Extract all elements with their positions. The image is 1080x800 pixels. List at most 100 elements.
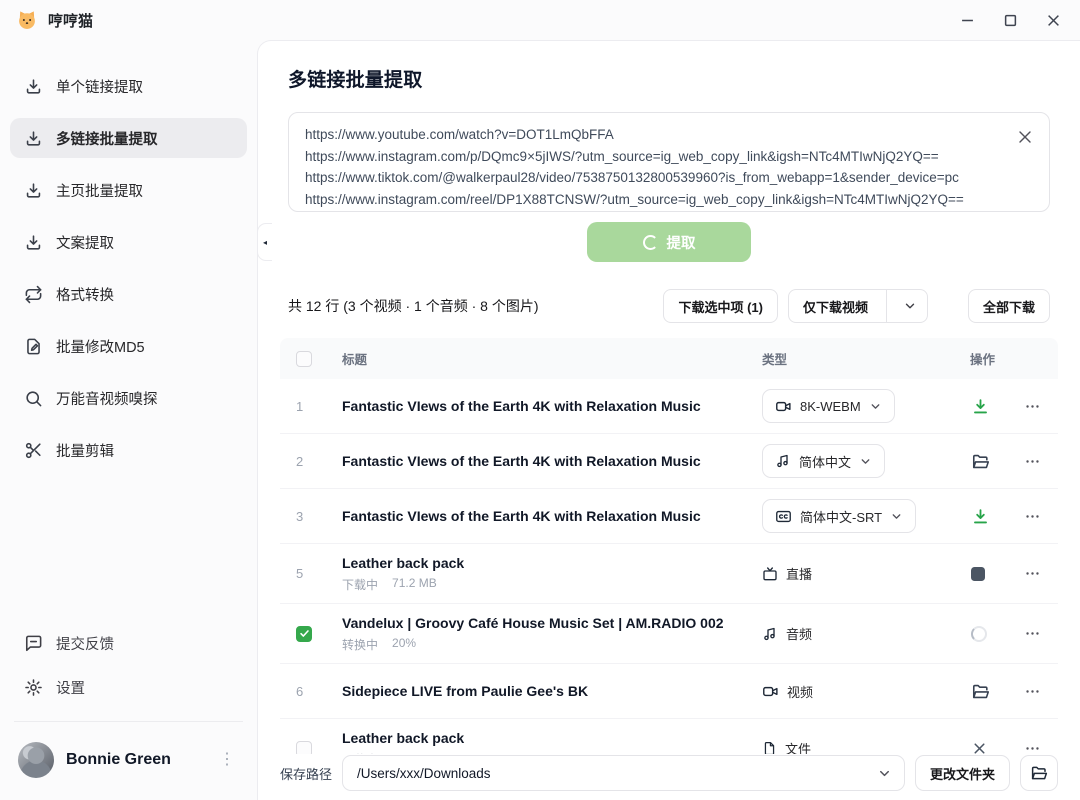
table-row: Vandelux | Groovy Café House Music Set |…	[280, 604, 1058, 664]
open-save-folder-button[interactable]	[1020, 755, 1058, 791]
row-checkbox[interactable]	[296, 626, 312, 642]
type-select-dropdown[interactable]: 8K-WEBM	[762, 389, 895, 423]
row-title: Leather back pack	[342, 555, 464, 571]
table-header: 标题 类型 操作	[280, 338, 1058, 379]
type-label: 直播	[786, 564, 812, 583]
row-menu-kebab-icon[interactable]	[1021, 622, 1044, 645]
edit-doc-icon	[24, 337, 43, 356]
open-folder-button[interactable]	[968, 449, 993, 474]
converting-spinner-icon	[968, 623, 990, 645]
avatar	[18, 742, 54, 778]
app-title: 哼哼猫	[48, 10, 93, 31]
row-menu-kebab-icon[interactable]	[1021, 450, 1044, 473]
chevron-down-icon	[859, 455, 872, 468]
row-status: 转换中	[342, 636, 378, 653]
download-videos-only-label: 仅下载视频	[789, 297, 880, 316]
results-table: 标题 类型 操作 1 Fantastic VIews of the Earth …	[280, 338, 1058, 779]
sidebar-item-copy-extract[interactable]: 文案提取	[10, 222, 247, 262]
extract-button-label: 提取	[667, 232, 696, 253]
row-title: Fantastic VIews of the Earth 4K with Rel…	[342, 507, 762, 526]
download-toolbar: 下载选中项 (1) 仅下载视频 全部下载	[663, 289, 1050, 323]
type-label: 简体中文-SRT	[800, 507, 882, 526]
row-progress: 20%	[392, 636, 416, 653]
main-panel: ◂ 多链接批量提取 https://www.youtube.com/watch?…	[257, 40, 1080, 800]
column-header-type: 类型	[762, 349, 958, 368]
sidebar-item-batch-md5[interactable]: 批量修改MD5	[10, 326, 247, 366]
titlebar: 哼哼猫	[0, 0, 1080, 40]
url-input[interactable]: https://www.youtube.com/watch?v=DOT1LmQb…	[288, 112, 1050, 212]
save-path-label: 保存路径	[280, 764, 332, 783]
sidebar-item-label: 单个链接提取	[56, 76, 143, 97]
sidebar-footer: 提交反馈 设置 Bonnie Green ⋮	[10, 623, 247, 786]
tv-icon	[762, 566, 778, 582]
row-number: 1	[296, 399, 342, 414]
download-button[interactable]	[968, 504, 993, 529]
chevron-down-icon	[890, 510, 903, 523]
download-tray-icon	[24, 77, 43, 96]
sidebar-item-single-link-extract[interactable]: 单个链接提取	[10, 66, 247, 106]
type-select-dropdown[interactable]: 简体中文	[762, 444, 885, 478]
sidebar-item-multi-link-extract[interactable]: 多链接批量提取	[10, 118, 247, 158]
search-icon	[24, 389, 43, 408]
download-button[interactable]	[968, 394, 993, 419]
sidebar-item-label: 批量修改MD5	[56, 336, 145, 357]
column-header-action: 操作	[958, 349, 1050, 368]
user-row: Bonnie Green ⋮	[10, 738, 247, 786]
type-text: 视频	[762, 682, 813, 701]
sidebar-item-label: 主页批量提取	[56, 180, 143, 201]
type-text: 音频	[762, 624, 812, 643]
minimize-icon[interactable]	[959, 12, 976, 29]
clear-input-icon[interactable]	[1013, 125, 1037, 149]
save-path-select[interactable]: /Users/xxx/Downloads	[342, 755, 905, 791]
sidebar-item-media-sniffer[interactable]: 万能音视频嗅探	[10, 378, 247, 418]
download-tray-icon	[24, 233, 43, 252]
sidebar-collapse-handle[interactable]: ◂	[257, 223, 272, 261]
sidebar-item-batch-clip[interactable]: 批量剪辑	[10, 430, 247, 470]
download-all-button[interactable]: 全部下载	[968, 289, 1050, 323]
sidebar-nav: 单个链接提取 多链接批量提取 主页批量提取 文案提取 格式转换	[10, 66, 247, 623]
stop-button[interactable]	[968, 564, 988, 584]
table-row: 5 Leather back pack 下载中 71.2 MB 直播	[280, 544, 1058, 604]
select-all-checkbox[interactable]	[296, 351, 312, 367]
type-select-dropdown[interactable]: 简体中文-SRT	[762, 499, 916, 533]
sidebar-item-settings[interactable]: 设置	[10, 667, 247, 707]
chevron-down-icon	[877, 766, 892, 781]
user-name: Bonnie Green	[66, 751, 203, 769]
loading-spinner-icon	[643, 235, 658, 250]
open-folder-button[interactable]	[968, 679, 993, 704]
row-menu-kebab-icon[interactable]	[1021, 562, 1044, 585]
sidebar-item-label: 万能音视频嗅探	[56, 388, 158, 409]
download-tray-icon	[24, 129, 43, 148]
row-progress: 71.2 MB	[392, 576, 437, 593]
row-number: 3	[296, 509, 342, 524]
sidebar-item-label: 设置	[56, 677, 85, 698]
user-menu-kebab-icon[interactable]: ⋮	[215, 748, 239, 772]
sidebar-item-homepage-batch-extract[interactable]: 主页批量提取	[10, 170, 247, 210]
row-number: 6	[296, 684, 342, 699]
button-divider	[886, 290, 887, 322]
sidebar-item-format-convert[interactable]: 格式转换	[10, 274, 247, 314]
row-menu-kebab-icon[interactable]	[1021, 505, 1044, 528]
download-selected-button[interactable]: 下载选中项 (1)	[663, 289, 778, 323]
save-path-bar: 保存路径 /Users/xxx/Downloads 更改文件夹	[258, 754, 1080, 800]
chevron-down-icon	[869, 400, 882, 413]
music-note-icon	[762, 626, 778, 642]
close-icon[interactable]	[1045, 12, 1062, 29]
music-note-icon	[775, 453, 791, 469]
sidebar-item-label: 文案提取	[56, 232, 114, 253]
sidebar-item-feedback[interactable]: 提交反馈	[10, 623, 247, 663]
sidebar-divider	[14, 721, 243, 722]
row-menu-kebab-icon[interactable]	[1021, 395, 1044, 418]
type-label: 视频	[787, 682, 813, 701]
change-folder-button[interactable]: 更改文件夹	[915, 755, 1010, 791]
row-menu-kebab-icon[interactable]	[1021, 680, 1044, 703]
extract-button[interactable]: 提取	[587, 222, 751, 262]
cc-subtitle-icon	[775, 508, 792, 525]
app-brand: 哼哼猫	[16, 9, 93, 31]
sidebar-item-label: 格式转换	[56, 284, 114, 305]
download-videos-only-button[interactable]: 仅下载视频	[788, 289, 928, 323]
chevron-down-icon[interactable]	[893, 299, 927, 313]
column-header-title: 标题	[342, 349, 762, 368]
maximize-icon[interactable]	[1002, 12, 1019, 29]
download-tray-icon	[24, 181, 43, 200]
